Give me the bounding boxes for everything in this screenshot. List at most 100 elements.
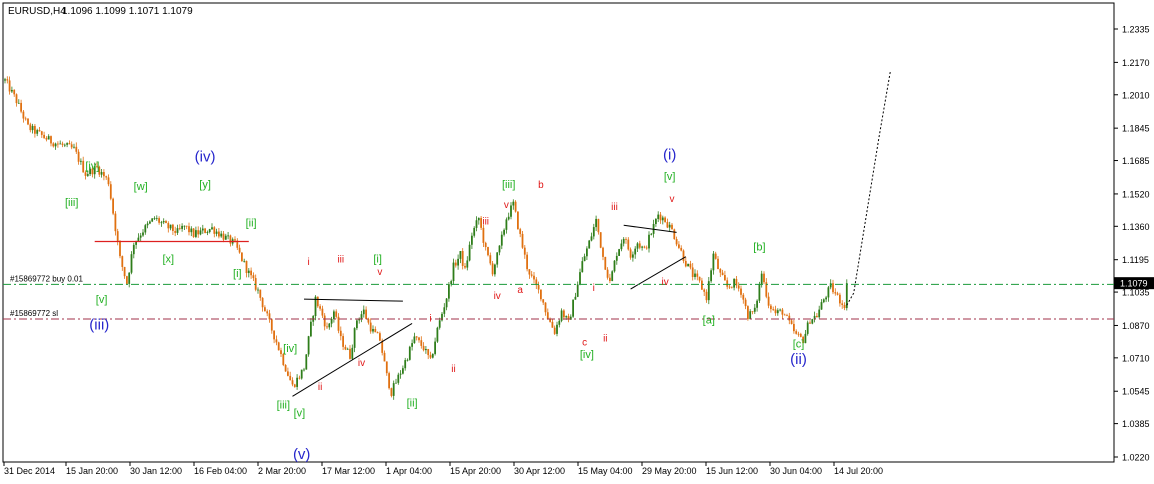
price-chart[interactable]: EURUSD,H41.1096 1.1099 1.1071 1.1079 1.23… — [0, 0, 1154, 479]
y-tick-label: 1.2335 — [1122, 25, 1150, 35]
candle-body — [415, 336, 418, 338]
candle-body — [491, 263, 494, 275]
candle-body — [684, 260, 687, 267]
candle-body — [464, 265, 466, 268]
candle-body — [305, 354, 308, 370]
candle-body — [383, 352, 386, 362]
candle-body — [165, 221, 167, 224]
candle-body — [195, 230, 197, 237]
candle-body — [767, 296, 770, 306]
candle-body — [181, 225, 183, 229]
candle-body — [696, 273, 699, 277]
candle-body — [793, 323, 795, 332]
candle-body — [776, 310, 779, 314]
candle-body — [241, 252, 243, 262]
candle-body — [590, 236, 593, 241]
candle-body — [43, 134, 45, 138]
candle — [126, 275, 128, 285]
candle-body — [319, 306, 321, 309]
candle-body — [427, 349, 430, 356]
candle-body — [783, 314, 786, 316]
candle-body — [726, 280, 729, 287]
candle-body — [280, 350, 282, 355]
candle-body — [277, 342, 280, 351]
candle-body — [710, 270, 712, 282]
candle-body — [459, 251, 462, 259]
candle-body — [758, 284, 761, 301]
wave-label: iv — [661, 277, 668, 288]
candle-body — [820, 302, 823, 310]
candle-body — [698, 276, 701, 281]
candle-body — [599, 232, 602, 248]
candle-body — [160, 222, 163, 224]
candle-body — [542, 299, 545, 303]
candle-body — [208, 229, 211, 233]
candle — [300, 369, 303, 380]
candle-body — [797, 333, 800, 335]
candle — [517, 211, 519, 230]
candle-body — [760, 273, 763, 285]
candle-body — [443, 307, 446, 314]
y-tick-label: 1.1685 — [1122, 156, 1150, 166]
candle-body — [659, 214, 662, 221]
candle-body — [645, 247, 648, 249]
candle-body — [563, 310, 565, 318]
candle-body — [397, 374, 400, 383]
candle-body — [199, 230, 202, 235]
candle-body — [57, 143, 59, 145]
candle-body — [533, 275, 535, 280]
candle-body — [829, 283, 832, 288]
candle-body — [395, 382, 397, 384]
candle-body — [75, 146, 78, 152]
candle-body — [204, 228, 206, 233]
candle-body — [572, 299, 574, 317]
x-tick-label: 1 Apr 04:00 — [386, 466, 432, 476]
candle-body — [349, 348, 351, 359]
wave-label: [iv] — [580, 349, 594, 361]
candle-body — [247, 270, 250, 274]
candle-body — [648, 234, 650, 249]
candle-body — [558, 320, 561, 325]
candle-body — [431, 353, 434, 358]
candle — [806, 320, 809, 336]
candle-body — [105, 176, 108, 178]
candle-body — [130, 254, 133, 273]
candle-body — [498, 245, 501, 253]
candle-body — [721, 272, 724, 276]
candle — [687, 263, 689, 267]
candle-body — [825, 297, 827, 300]
chart-window[interactable]: EURUSD,H4 1.1096 1.1099 1.1071 1.1079 1.23… — [0, 0, 1154, 479]
candle-body — [326, 326, 328, 328]
wave-label: [b] — [753, 242, 765, 254]
candle — [316, 296, 319, 308]
candle-body — [445, 298, 448, 308]
candle-body — [11, 89, 13, 92]
candle-body — [809, 322, 811, 324]
candle-body — [224, 235, 227, 240]
candle-body — [530, 274, 533, 276]
candle-body — [744, 299, 747, 307]
y-tick-label: 1.2010 — [1122, 90, 1150, 100]
candle — [599, 232, 602, 249]
candle — [27, 117, 29, 126]
candle-body — [4, 79, 6, 81]
candle-body — [429, 355, 432, 358]
candle-body — [551, 321, 554, 328]
candle-body — [517, 211, 519, 230]
candle-body — [512, 201, 515, 206]
candle-body — [724, 275, 726, 281]
candle-body — [178, 228, 181, 230]
candle-body — [682, 250, 685, 261]
candle — [192, 227, 195, 238]
candle-body — [507, 216, 510, 220]
candle-body — [333, 311, 335, 319]
candle-body — [843, 304, 846, 309]
wave-label: iii — [482, 216, 489, 227]
y-tick-label: 1.2170 — [1122, 58, 1150, 68]
y-tick-label: 1.1845 — [1122, 124, 1150, 134]
candle-body — [606, 269, 609, 278]
candle — [388, 371, 390, 390]
candle-body — [553, 327, 556, 334]
candle-body — [107, 177, 110, 185]
candle-body — [167, 223, 170, 229]
